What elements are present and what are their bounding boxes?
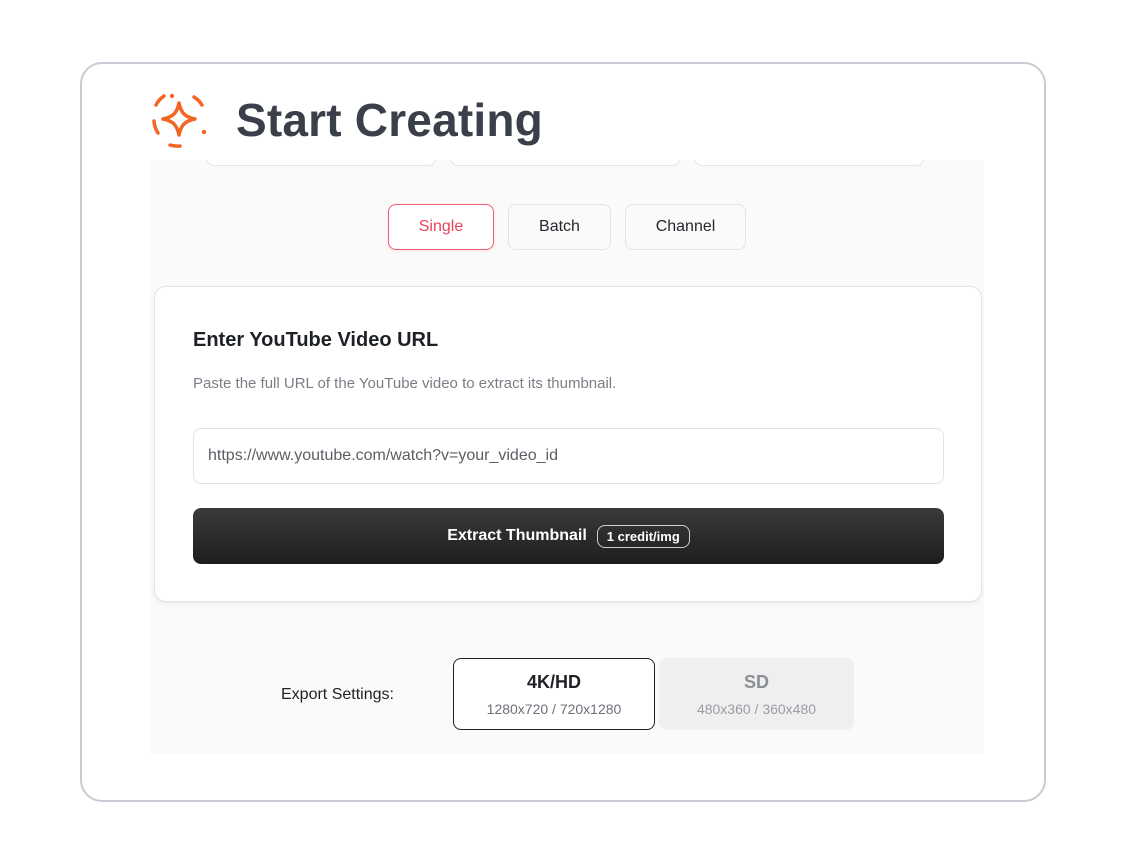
tab-single[interactable]: Single xyxy=(388,204,494,250)
card-description: Paste the full URL of the YouTube video … xyxy=(193,375,617,392)
credit-badge: 1 credit/img xyxy=(596,524,690,548)
export-settings-label: Export Settings: xyxy=(281,686,394,703)
page-title: Start Creating xyxy=(236,94,543,146)
export-option-4k-hd[interactable]: 4K/HD 1280x720 / 720x1280 xyxy=(453,658,655,730)
extractor-panel: Single Batch Channel Enter YouTube Video… xyxy=(150,160,984,754)
tab-channel[interactable]: Channel xyxy=(625,204,746,250)
sparkle-icon xyxy=(152,93,207,148)
export-settings: Export Settings: 4K/HD 1280x720 / 720x12… xyxy=(150,658,984,738)
export-option-title: SD xyxy=(743,671,769,692)
tab-batch[interactable]: Batch xyxy=(508,204,611,250)
export-option-sd[interactable]: SD 480x360 / 360x480 xyxy=(659,658,854,730)
card-title: Enter YouTube Video URL xyxy=(193,329,439,351)
header: Start Creating xyxy=(150,90,543,150)
export-option-subtitle: 480x360 / 360x480 xyxy=(696,700,817,717)
url-input[interactable] xyxy=(193,428,944,484)
mode-tabs: Single Batch Channel xyxy=(150,204,984,250)
export-option-subtitle: 1280x720 / 720x1280 xyxy=(486,700,622,717)
export-option-title: 4K/HD xyxy=(526,671,581,692)
scrolled-content-edge xyxy=(206,160,924,166)
extract-thumbnail-button[interactable]: Extract Thumbnail 1 credit/img xyxy=(193,508,944,564)
url-card: Enter YouTube Video URL Paste the full U… xyxy=(154,286,982,602)
creator-frame: Start Creating Single Batch Channel Ente… xyxy=(80,62,1046,802)
extract-button-label: Extract Thumbnail xyxy=(447,527,587,544)
